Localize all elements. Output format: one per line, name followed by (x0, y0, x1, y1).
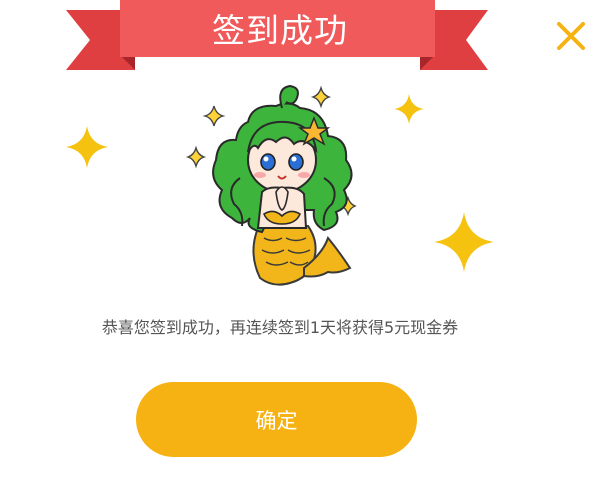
reward-message: 恭喜您签到成功，再连续签到1天将获得5元现金券 (101, 318, 459, 337)
mermaid-illustration (185, 84, 357, 286)
confirm-button[interactable]: 确定 (136, 382, 417, 457)
sparkle-icon (394, 94, 424, 124)
sparkle-icon (66, 126, 108, 168)
close-icon (557, 22, 585, 50)
close-button[interactable] (553, 18, 589, 54)
sparkle-icon (434, 212, 494, 272)
dialog-title: 签到成功 (212, 11, 348, 50)
